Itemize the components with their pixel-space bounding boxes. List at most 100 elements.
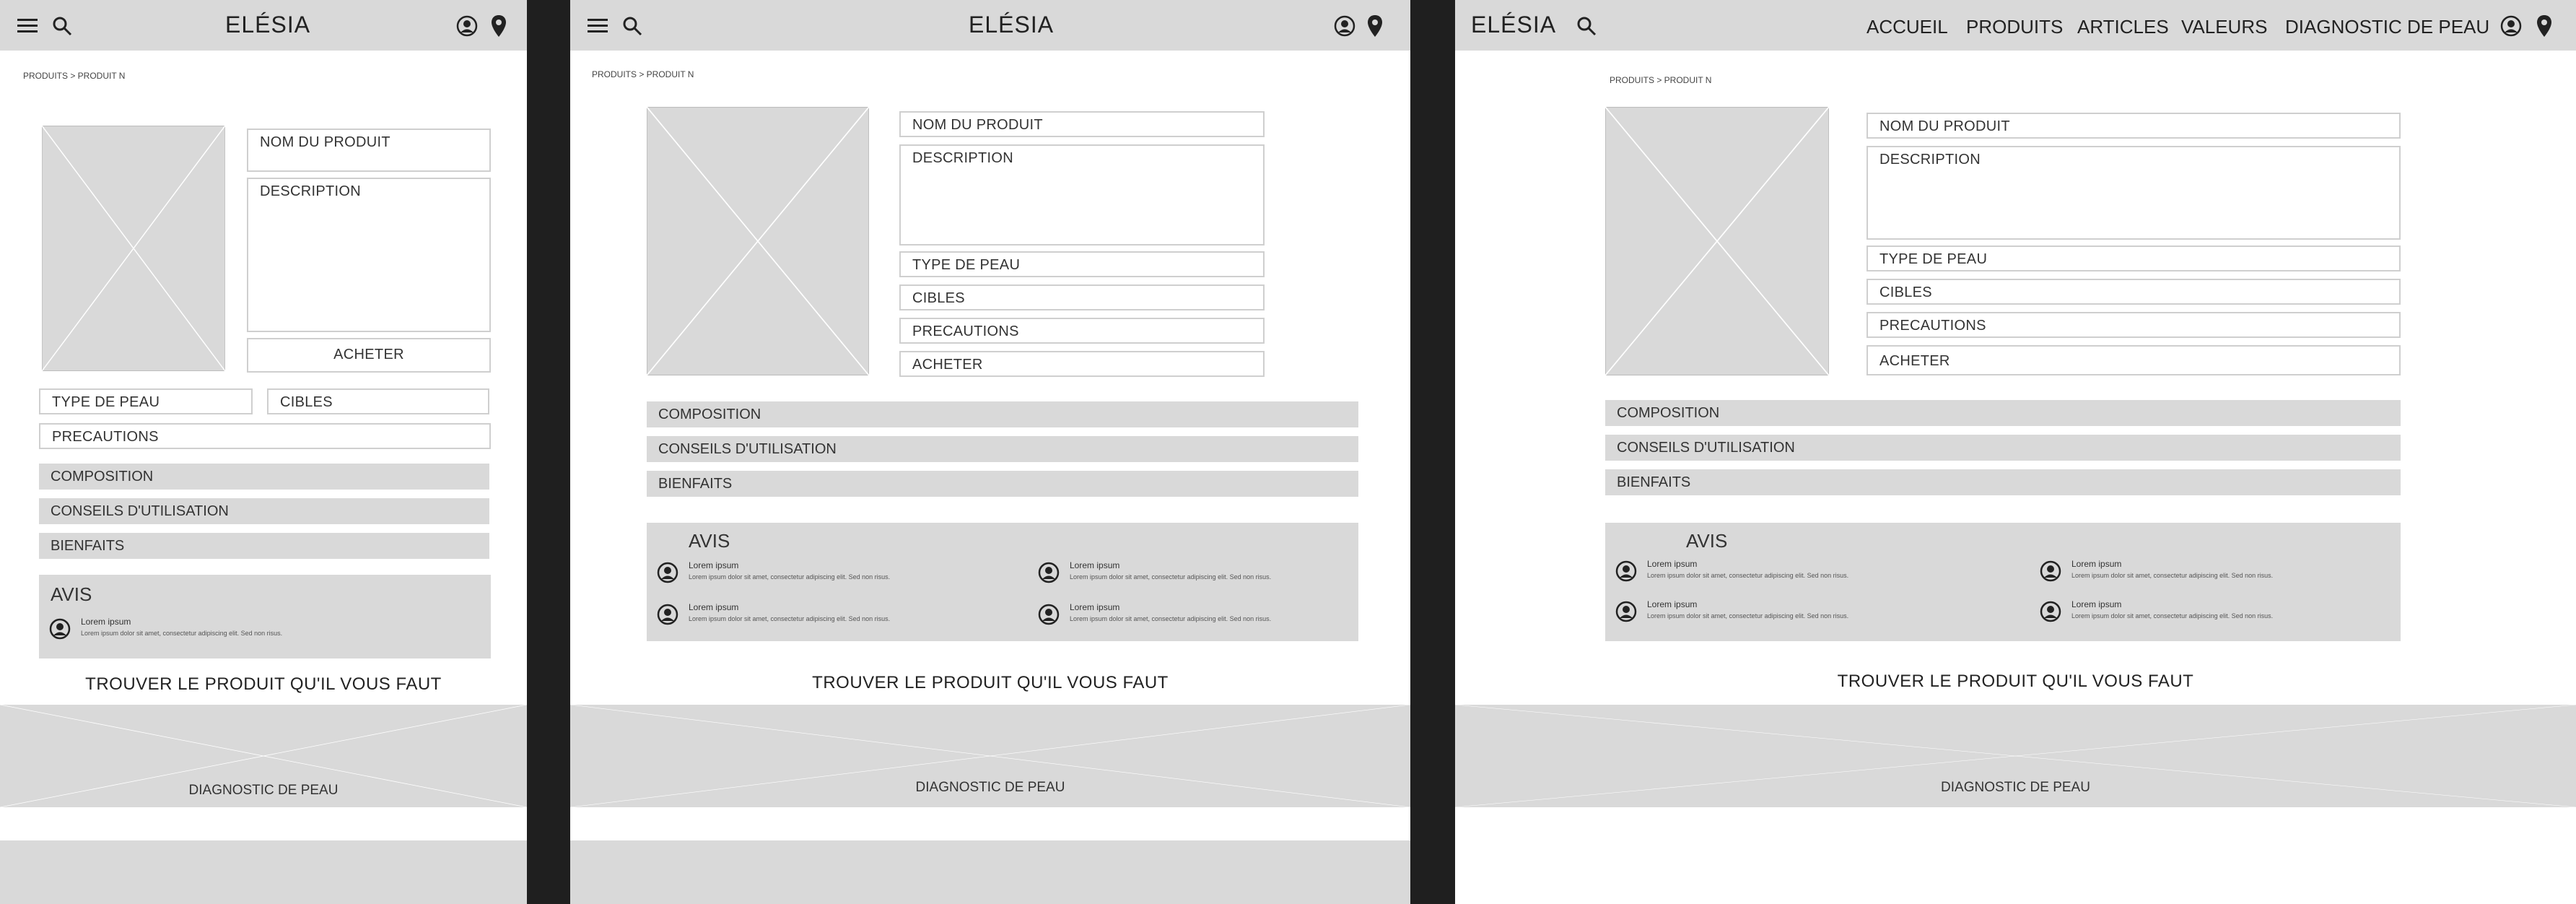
header: ELÉSIA ACCUEIL PRODUITS ARTICLES VALEURS… <box>1455 0 2576 51</box>
diagnostic-label[interactable]: DIAGNOSTIC DE PEAU <box>1455 780 2576 796</box>
reviews-title: AVIS <box>689 530 730 552</box>
footer <box>570 840 1410 904</box>
composition-section[interactable]: COMPOSITION <box>647 401 1358 427</box>
diagnostic-banner[interactable]: DIAGNOSTIC DE PEAU <box>0 705 527 807</box>
avatar-icon <box>657 604 678 625</box>
product-description: DESCRIPTION <box>247 178 491 332</box>
location-icon[interactable] <box>2536 14 2552 38</box>
review-author: Lorem ipsum <box>2071 599 2122 609</box>
review-author: Lorem ipsum <box>1070 602 1120 612</box>
header: ELÉSIA <box>0 0 527 51</box>
product-description: DESCRIPTION <box>899 144 1265 245</box>
header: ELÉSIA <box>570 0 1410 51</box>
buy-button[interactable]: ACHETER <box>247 338 491 373</box>
skin-type-field: TYPE DE PEAU <box>1866 245 2401 271</box>
avatar-icon <box>2040 601 2061 622</box>
review-author: Lorem ipsum <box>2071 559 2122 569</box>
tablet-frame: ELÉSIA PRODUITS > PRODUIT N NOM DU PRODU… <box>570 0 1410 904</box>
reviews-title: AVIS <box>1686 530 1728 552</box>
image-placeholder-icon <box>647 107 869 375</box>
account-icon[interactable] <box>1334 15 1355 37</box>
review-author: Lorem ipsum <box>1070 560 1120 570</box>
targets-field: CIBLES <box>1866 279 2401 305</box>
review-author: Lorem ipsum <box>689 602 739 612</box>
composition-section[interactable]: COMPOSITION <box>39 464 489 490</box>
nav-item-accueil[interactable]: ACCUEIL <box>1866 16 1948 38</box>
precautions-field: PRECAUTIONS <box>899 318 1265 344</box>
review-author: Lorem ipsum <box>1647 559 1698 569</box>
diagnostic-banner[interactable]: DIAGNOSTIC DE PEAU <box>1455 705 2576 807</box>
benefits-section[interactable]: BIENFAITS <box>647 471 1358 497</box>
nav-item-articles[interactable]: ARTICLES <box>2077 16 2169 38</box>
mobile-frame: ELÉSIA PRODUITS > PRODUIT N NOM DU PRODU… <box>0 0 527 904</box>
reviews-panel: AVIS Lorem ipsum Lorem ipsum dolor sit a… <box>647 523 1358 641</box>
product-name: NOM DU PRODUIT <box>899 111 1265 137</box>
menu-icon[interactable] <box>17 19 38 33</box>
breadcrumb[interactable]: PRODUITS > PRODUIT N <box>23 71 125 81</box>
desktop-frame: ELÉSIA ACCUEIL PRODUITS ARTICLES VALEURS… <box>1455 0 2576 904</box>
reviews-panel: AVIS Lorem ipsum Lorem ipsum dolor sit a… <box>1605 523 2401 641</box>
review-text: Lorem ipsum dolor sit amet, consectetur … <box>689 573 891 581</box>
targets-field: CIBLES <box>899 284 1265 310</box>
review-author: Lorem ipsum <box>1647 599 1698 609</box>
reviews-panel: AVIS Lorem ipsum Lorem ipsum dolor sit a… <box>39 575 491 659</box>
avatar-icon <box>1615 560 1637 582</box>
brand-logo[interactable]: ELÉSIA <box>1471 12 1556 38</box>
search-icon[interactable] <box>622 16 642 36</box>
buy-button[interactable]: ACHETER <box>1866 345 2401 375</box>
review-text: Lorem ipsum dolor sit amet, consectetur … <box>2071 612 2274 620</box>
skin-type-field: TYPE DE PEAU <box>39 388 253 414</box>
avatar-icon <box>1038 562 1060 583</box>
precautions-field: PRECAUTIONS <box>39 423 491 449</box>
buy-button[interactable]: ACHETER <box>899 351 1265 377</box>
find-product-heading: TROUVER LE PRODUIT QU'IL VOUS FAUT <box>1837 672 2194 691</box>
product-name: NOM DU PRODUIT <box>247 129 491 172</box>
brand-logo[interactable]: ELÉSIA <box>969 12 1054 38</box>
diagnostic-label[interactable]: DIAGNOSTIC DE PEAU <box>0 783 527 799</box>
benefits-section[interactable]: BIENFAITS <box>1605 469 2401 495</box>
skin-type-field: TYPE DE PEAU <box>899 251 1265 277</box>
footer <box>0 840 527 904</box>
review-text: Lorem ipsum dolor sit amet, consectetur … <box>1647 612 1849 620</box>
menu-icon[interactable] <box>588 19 608 33</box>
precautions-field: PRECAUTIONS <box>1866 312 2401 338</box>
breadcrumb[interactable]: PRODUITS > PRODUIT N <box>1610 75 1711 85</box>
review-author: Lorem ipsum <box>689 560 739 570</box>
review-text: Lorem ipsum dolor sit amet, consectetur … <box>1070 615 1272 622</box>
image-placeholder-icon <box>42 126 225 371</box>
account-icon[interactable] <box>456 15 478 37</box>
composition-section[interactable]: COMPOSITION <box>1605 400 2401 426</box>
diagnostic-banner[interactable]: DIAGNOSTIC DE PEAU <box>570 705 1410 807</box>
nav-item-valeurs[interactable]: VALEURS <box>2181 16 2267 38</box>
brand-logo[interactable]: ELÉSIA <box>225 12 310 38</box>
avatar-icon <box>657 562 678 583</box>
product-description: DESCRIPTION <box>1866 146 2401 240</box>
review-author: Lorem ipsum <box>81 617 131 627</box>
benefits-section[interactable]: BIENFAITS <box>39 533 489 559</box>
avatar-icon <box>2040 560 2061 582</box>
targets-field: CIBLES <box>267 388 489 414</box>
review-text: Lorem ipsum dolor sit amet, consectetur … <box>689 615 891 622</box>
review-text: Lorem ipsum dolor sit amet, consectetur … <box>1647 572 1849 579</box>
nav-item-produits[interactable]: PRODUITS <box>1966 16 2063 38</box>
location-icon[interactable] <box>491 14 507 38</box>
product-image <box>647 107 869 375</box>
nav-item-diagnostic[interactable]: DIAGNOSTIC DE PEAU <box>2285 16 2489 38</box>
review-text: Lorem ipsum dolor sit amet, consectetur … <box>1070 573 1272 581</box>
product-name: NOM DU PRODUIT <box>1866 113 2401 139</box>
search-icon[interactable] <box>1576 16 1597 36</box>
search-icon[interactable] <box>52 16 72 36</box>
account-icon[interactable] <box>2500 15 2522 37</box>
review-text: Lorem ipsum dolor sit amet, consectetur … <box>81 630 283 637</box>
find-product-heading: TROUVER LE PRODUIT QU'IL VOUS FAUT <box>812 673 1169 692</box>
image-placeholder-icon <box>1605 107 1829 375</box>
diagnostic-label[interactable]: DIAGNOSTIC DE PEAU <box>570 780 1410 796</box>
breadcrumb[interactable]: PRODUITS > PRODUIT N <box>592 69 694 79</box>
avatar-icon <box>49 618 71 640</box>
usage-section[interactable]: CONSEILS D'UTILISATION <box>1605 435 2401 461</box>
usage-section[interactable]: CONSEILS D'UTILISATION <box>39 498 489 524</box>
product-image <box>42 126 225 371</box>
location-icon[interactable] <box>1367 14 1383 38</box>
usage-section[interactable]: CONSEILS D'UTILISATION <box>647 436 1358 462</box>
avatar-icon <box>1615 601 1637 622</box>
